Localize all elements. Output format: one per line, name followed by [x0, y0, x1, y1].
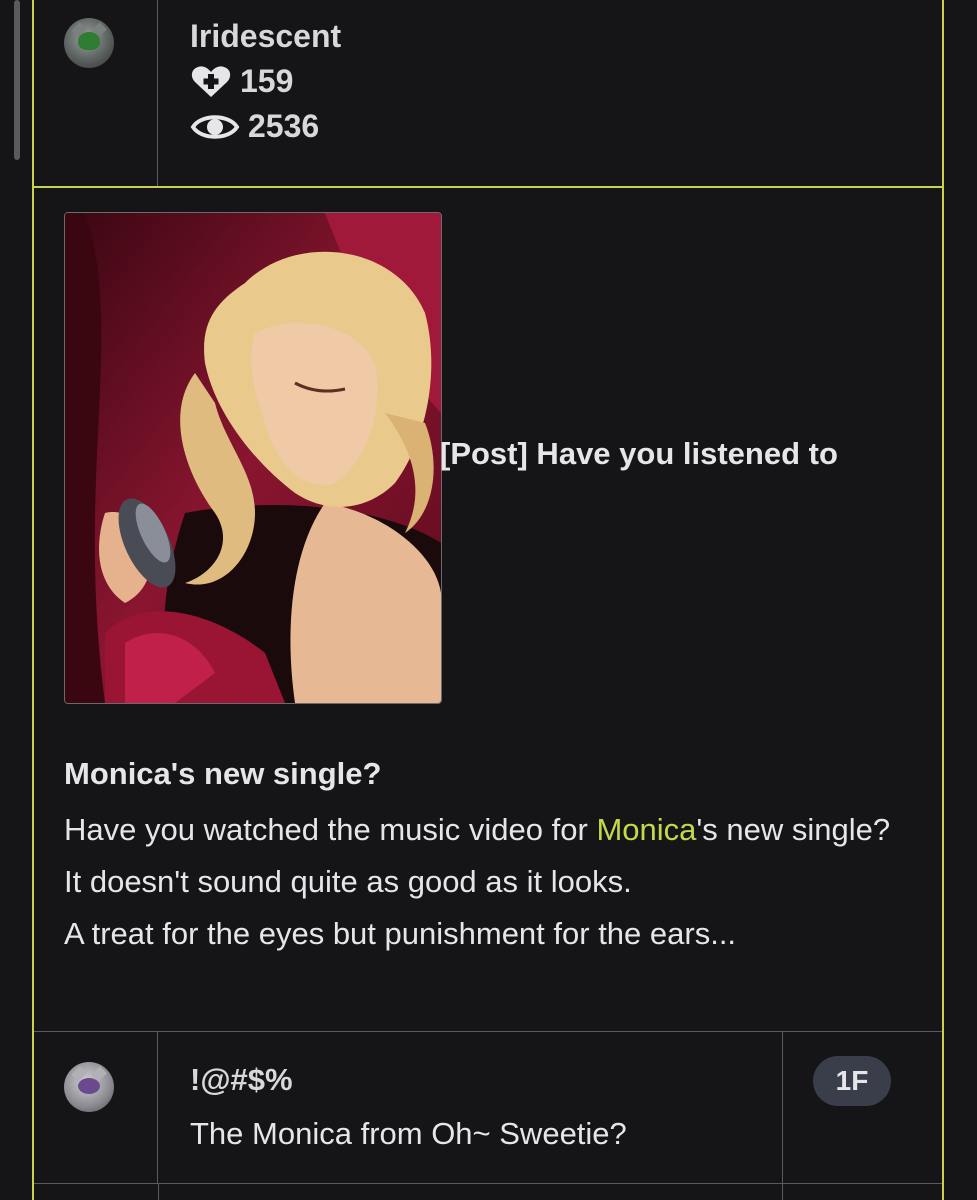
- reply-avatar-column: [34, 1032, 158, 1183]
- reply-avatar[interactable]: [64, 1062, 114, 1112]
- reply-text: The Monica from Oh~ Sweetie?: [190, 1116, 627, 1151]
- post-line-3: A treat for the eyes but punishment for …: [64, 916, 737, 951]
- post-title: [Post] Have you listened to: [440, 436, 838, 471]
- likes-stat: 159: [190, 63, 341, 100]
- post-header: Iridescent 159 2536: [34, 0, 942, 188]
- reply-row: !@#$% The Monica from Oh~ Sweetie? 1F: [34, 1032, 942, 1184]
- floor-badge: 1F: [813, 1056, 891, 1106]
- divider: [782, 1184, 783, 1200]
- singer-illustration: [65, 213, 441, 703]
- scrollbar[interactable]: [14, 0, 20, 160]
- author-avatar[interactable]: [64, 18, 114, 68]
- author-info: Iridescent 159 2536: [190, 18, 341, 145]
- likes-count: 159: [240, 63, 294, 99]
- author-avatar-column: [34, 0, 158, 186]
- views-stat: 2536: [190, 108, 341, 145]
- reply-username[interactable]: !@#$%: [190, 1062, 293, 1098]
- eye-icon: [190, 114, 240, 139]
- post-frame: Iridescent 159 2536 [Post] Have you list…: [32, 0, 944, 1200]
- post-line-1: Have you watched the music video for Mon…: [64, 812, 891, 847]
- post-title-continued: Monica's new single?: [64, 756, 382, 791]
- post-content: Have you watched the music video for Mon…: [64, 804, 914, 960]
- divider: [158, 1184, 159, 1200]
- author-name[interactable]: Iridescent: [190, 18, 341, 55]
- next-row: [34, 1184, 942, 1200]
- post-line-2: It doesn't sound quite as good as it loo…: [64, 864, 632, 899]
- post-image[interactable]: [64, 212, 442, 704]
- heart-plus-icon: [191, 65, 231, 97]
- avatar-face: [78, 1078, 100, 1094]
- post-body: [Post] Have you listened to Monica's new…: [34, 188, 942, 1032]
- monica-link[interactable]: Monica: [596, 812, 696, 847]
- floor-column: 1F: [782, 1032, 942, 1183]
- avatar-face: [78, 32, 100, 50]
- views-count: 2536: [248, 108, 320, 144]
